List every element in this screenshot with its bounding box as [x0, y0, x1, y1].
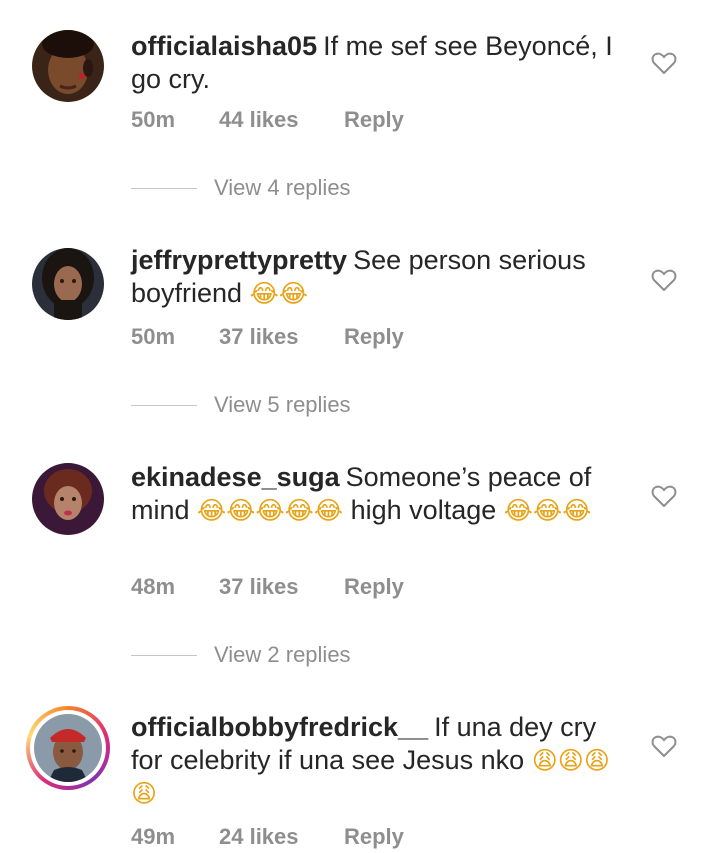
comment-likes[interactable]: 37 likes — [219, 574, 344, 600]
comment-meta: 50m 37 likes Reply — [131, 324, 404, 350]
replies-divider — [131, 404, 197, 406]
comment-meta: 49m 24 likes Reply — [131, 824, 404, 850]
comment-text: officialaisha05 If me sef see Beyoncé, I … — [131, 30, 626, 96]
view-replies-button[interactable]: View 5 replies — [131, 392, 351, 418]
laughing-emoji: 😂😂😂😂😂 — [197, 496, 344, 525]
view-replies-button[interactable]: View 2 replies — [131, 642, 351, 668]
comment-likes[interactable]: 37 likes — [219, 324, 344, 350]
comment-text: jeffryprettypretty See person serious boy… — [131, 244, 626, 310]
comment-username[interactable]: officialaisha05 — [131, 31, 317, 61]
reply-button[interactable]: Reply — [344, 824, 404, 850]
view-replies-label: View 4 replies — [214, 175, 351, 200]
laughing-emoji: 😂😂 — [249, 279, 309, 308]
heart-outline-icon[interactable] — [651, 51, 677, 75]
comment-time: 49m — [131, 824, 176, 849]
laughing-emoji: 😂😂😂 — [503, 496, 592, 525]
view-replies-label: View 5 replies — [214, 392, 351, 417]
avatar[interactable] — [32, 248, 104, 320]
reply-button[interactable]: Reply — [344, 107, 404, 133]
comment-body-continued: high voltage — [350, 495, 497, 525]
comment-username[interactable]: ekinadese_suga — [131, 462, 340, 492]
heart-outline-icon[interactable] — [651, 484, 677, 508]
reply-button[interactable]: Reply — [344, 324, 404, 350]
view-replies-label: View 2 replies — [214, 642, 351, 667]
heart-outline-icon[interactable] — [651, 734, 677, 758]
comment-time: 48m — [131, 574, 176, 599]
comment-likes[interactable]: 24 likes — [219, 824, 344, 850]
comment-username[interactable]: officialbobbyfredrick__ — [131, 712, 428, 742]
replies-divider — [131, 187, 197, 189]
avatar[interactable] — [32, 30, 104, 102]
avatar-story-ring[interactable] — [26, 706, 110, 790]
view-replies-button[interactable]: View 4 replies — [131, 175, 351, 201]
comment-meta: 48m 37 likes Reply — [131, 574, 404, 600]
comment-text: officialbobbyfredrick__ If una dey cry fo… — [131, 711, 626, 810]
heart-outline-icon[interactable] — [651, 268, 677, 292]
avatar — [30, 710, 106, 786]
reply-button[interactable]: Reply — [344, 574, 404, 600]
comment-text: ekinadese_suga Someone’s peace of mind 😂😂… — [131, 461, 626, 527]
comment-time: 50m — [131, 107, 176, 132]
comment-likes[interactable]: 44 likes — [219, 107, 344, 133]
comment-time: 50m — [131, 324, 176, 349]
avatar[interactable] — [32, 463, 104, 535]
comment-username[interactable]: jeffryprettypretty — [131, 245, 347, 275]
comment-meta: 50m 44 likes Reply — [131, 107, 404, 133]
replies-divider — [131, 654, 197, 656]
